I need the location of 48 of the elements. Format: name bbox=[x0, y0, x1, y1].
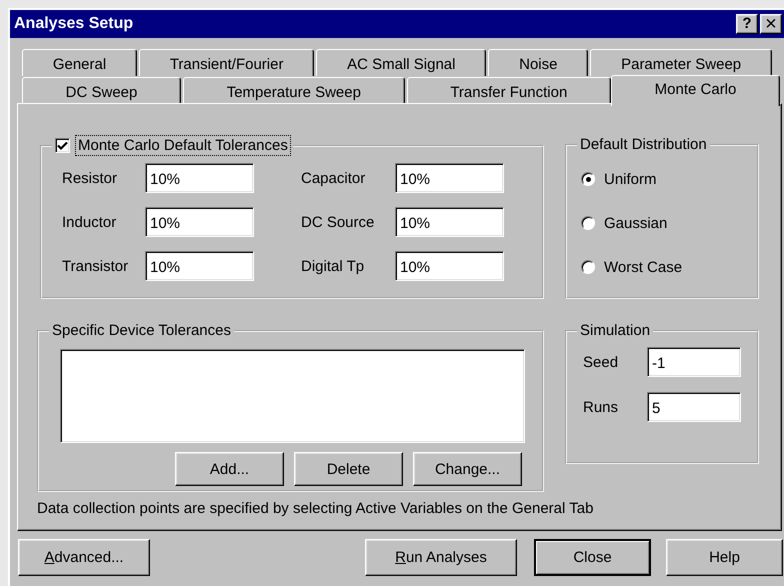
advanced-button[interactable]: Advanced... bbox=[18, 539, 150, 576]
delete-button[interactable]: Delete bbox=[294, 452, 403, 486]
text-field[interactable]: 5 bbox=[647, 392, 741, 422]
radio-label: Worst Case bbox=[604, 258, 682, 276]
tab[interactable]: Temperature Sweep bbox=[183, 77, 405, 104]
info-text: Data collection points are specified by selecting Active Variables on the General Tab bbox=[37, 500, 594, 517]
text-field[interactable]: 10% bbox=[395, 163, 504, 193]
checkbox-label: Monte Carlo Default Tolerances bbox=[76, 136, 290, 155]
text-field[interactable]: 10% bbox=[395, 251, 504, 281]
help-button[interactable]: ? bbox=[736, 14, 758, 34]
tab[interactable]: Parameter Sweep bbox=[590, 49, 772, 76]
group-title: Specific Device Tolerances bbox=[52, 322, 231, 339]
radio-label: Gaussian bbox=[604, 214, 668, 232]
field-label: DC Source bbox=[301, 214, 374, 230]
group-title: Simulation bbox=[580, 322, 650, 339]
tab[interactable]: DC Sweep bbox=[22, 77, 182, 104]
tab[interactable]: Noise bbox=[488, 49, 588, 76]
field-label: Resistor bbox=[62, 170, 118, 186]
tab[interactable]: Transient/Fourier bbox=[139, 49, 314, 76]
field-label: Inductor bbox=[62, 214, 116, 230]
text-field[interactable]: 10% bbox=[145, 207, 254, 237]
group-title: Default Distribution bbox=[580, 136, 707, 153]
text-field[interactable]: 10% bbox=[395, 207, 504, 237]
checkbox[interactable] bbox=[55, 138, 70, 153]
tab[interactable]: AC Small Signal bbox=[316, 49, 486, 76]
help-button[interactable]: Help bbox=[666, 539, 783, 576]
add-button[interactable]: Add... bbox=[175, 452, 284, 486]
tab[interactable]: Monte Carlo bbox=[610, 75, 780, 106]
text-field[interactable]: 10% bbox=[145, 251, 254, 281]
close-button[interactable]: Close bbox=[534, 539, 651, 576]
radio-button[interactable] bbox=[581, 172, 595, 186]
tab[interactable]: General bbox=[22, 49, 137, 76]
field-label: Transistor bbox=[62, 258, 128, 274]
field-label: Runs bbox=[583, 398, 618, 416]
radio-button[interactable] bbox=[581, 216, 595, 230]
text-field[interactable]: -1 bbox=[647, 347, 741, 377]
radio-label: Uniform bbox=[604, 170, 657, 188]
field-label: Capacitor bbox=[301, 170, 366, 186]
window-title: Analyses Setup bbox=[14, 15, 134, 33]
field-label: Digital Tp bbox=[301, 258, 364, 274]
radio-button[interactable] bbox=[581, 260, 595, 274]
field-label: Seed bbox=[583, 354, 618, 370]
run-button[interactable]: Run Analyses bbox=[365, 539, 517, 576]
change-button[interactable]: Change... bbox=[413, 452, 522, 486]
device-list[interactable] bbox=[60, 349, 525, 443]
close-button[interactable]: × bbox=[760, 14, 782, 34]
tab[interactable]: Transfer Function bbox=[406, 77, 611, 104]
text-field[interactable]: 10% bbox=[145, 163, 254, 193]
